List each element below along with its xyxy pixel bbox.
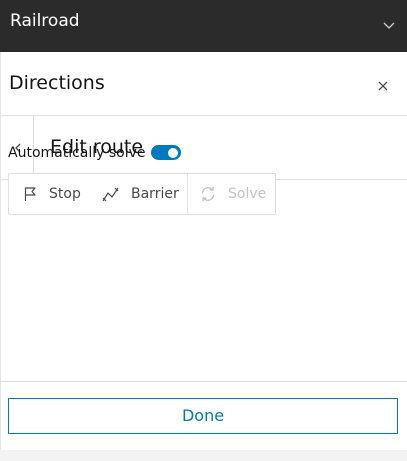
- edit-toolbar: Stop Barrier Solve: [8, 173, 276, 215]
- directions-panel: Directions Edit route: [0, 52, 407, 450]
- flag-icon: [24, 187, 36, 201]
- footer-divider: [0, 381, 407, 382]
- close-icon[interactable]: [371, 74, 395, 98]
- done-button[interactable]: Done: [8, 398, 398, 434]
- barrier-button[interactable]: Barrier: [97, 174, 187, 214]
- stop-button[interactable]: Stop: [9, 174, 97, 214]
- barrier-label: Barrier: [131, 186, 179, 202]
- chevron-down-icon[interactable]: [381, 17, 397, 33]
- panel-header: Directions: [1, 52, 407, 116]
- layer-header[interactable]: Railroad: [0, 0, 407, 52]
- toggle-knob: [168, 147, 178, 158]
- stop-label: Stop: [49, 186, 81, 202]
- refresh-icon: [201, 186, 215, 202]
- barrier-line-icon: [102, 187, 119, 202]
- layer-title: Railroad: [10, 11, 80, 31]
- auto-solve-toggle[interactable]: [151, 145, 181, 160]
- solve-button[interactable]: Solve: [187, 174, 276, 214]
- panel-title: Directions: [9, 72, 105, 94]
- bottom-strip: [0, 450, 407, 461]
- solve-label: Solve: [228, 186, 267, 202]
- auto-solve-label: Automatically solve: [8, 145, 146, 161]
